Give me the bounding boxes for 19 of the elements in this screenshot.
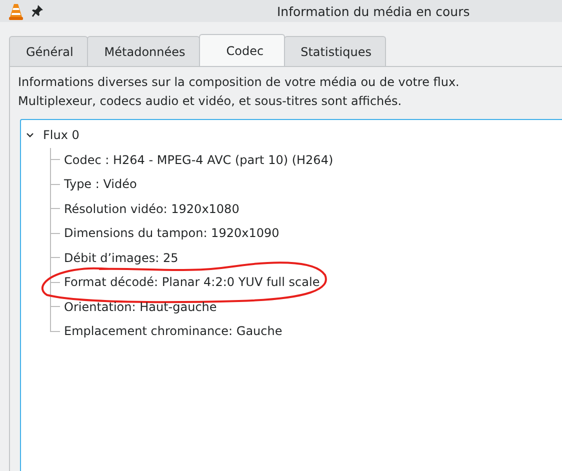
description-text: Multiplexeur, codecs audio et vidéo, et sous-titres sont affichés. xyxy=(18,93,403,110)
tab[interactable]: Général xyxy=(9,36,88,66)
chevron-down-icon[interactable] xyxy=(26,131,34,140)
tree-item[interactable]: Résolution vidéo: 1920x1080 xyxy=(64,202,240,216)
tree-item[interactable]: Dimensions du tampon: 1920x1090 xyxy=(64,226,280,240)
pin-icon[interactable] xyxy=(32,5,43,17)
tab[interactable]: Métadonnées xyxy=(87,36,200,66)
tree-item[interactable]: Emplacement chrominance: Gauche xyxy=(64,324,282,338)
tree-item[interactable]: Débit d’images: 25 xyxy=(64,250,178,265)
tab[interactable]: Statistiques xyxy=(284,36,386,66)
tree-item[interactable]: Format décodé: Planar 4:2:0 YUV full scale xyxy=(64,275,320,290)
tree-item[interactable]: Type : Vidéo xyxy=(64,177,137,192)
tree-item[interactable]: Orientation: Haut-gauche xyxy=(64,300,217,314)
tree-item[interactable]: Flux 0 xyxy=(43,128,80,142)
traffic-cone-icon xyxy=(9,2,23,20)
tree-item[interactable]: Codec : H264 - MPEG-4 AVC (part 10) (H264) xyxy=(64,152,334,167)
window-title: Information du média en cours xyxy=(277,4,470,18)
tab[interactable]: Codec xyxy=(199,34,285,66)
description-text: Informations diverses sur la composition de votre média ou de votre flux. xyxy=(18,74,460,91)
